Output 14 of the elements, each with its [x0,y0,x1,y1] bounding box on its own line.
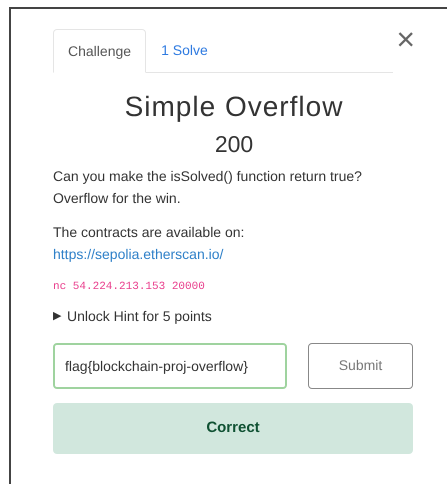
tab[interactable]: 1 Solve [146,29,223,72]
tab[interactable]: Challenge [53,29,146,73]
result-message: Correct [53,402,413,454]
challenge-points: 200 [214,130,254,159]
challenge-title: Simple Overflow [124,90,344,124]
challenge-description: Can you make the isSolved() function return true? Overflow for the win. [53,167,363,208]
contracts-text: The contracts are available on: [53,223,246,242]
triangle-icon: ▶ [53,308,61,324]
close-button[interactable]: × [396,23,415,55]
submit-button[interactable]: Submit [308,342,413,388]
unlock-hint[interactable]: ▶ Unlock Hint for 5 points [53,306,212,326]
etherscan-link[interactable]: https://sepolia.etherscan.io/ [53,243,224,265]
flag-input[interactable]: flag{blockchain-proj-overflow} [53,342,287,388]
netcat-command: nc 54.224.213.153 20000 [53,280,206,295]
